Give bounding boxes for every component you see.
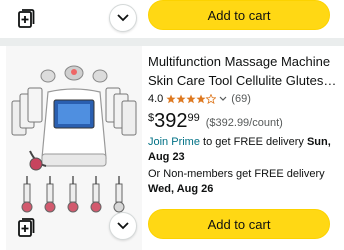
product-title[interactable]: Multifunction Massage Machine Skin Care … — [148, 52, 338, 90]
star-empty-icon — [206, 94, 217, 104]
rating-value: 4.0 — [148, 93, 164, 105]
price-fraction: 99 — [187, 112, 200, 124]
product-card: Multifunction Massage Machine Skin Care … — [0, 46, 344, 250]
add-to-list-button[interactable] — [12, 5, 40, 33]
add-to-cart-button[interactable]: Add to cart — [148, 209, 330, 239]
star-icon — [176, 94, 186, 104]
star-icon — [186, 94, 196, 104]
join-prime-link[interactable]: Join Prime — [148, 136, 200, 148]
previous-item-card: Add to cart — [0, 0, 344, 38]
rating-row[interactable]: 4.0 (69) — [148, 91, 251, 107]
chevron-toggle-button[interactable] — [109, 4, 137, 32]
chevron-down-icon — [117, 14, 129, 22]
price-per-unit: ($392.99/count) — [205, 117, 283, 129]
chevron-toggle-button[interactable] — [109, 212, 137, 240]
nonmember-delivery-info: Or Non-members get FREE delivery Wed, Au… — [148, 167, 338, 197]
add-to-list-icon — [18, 9, 35, 28]
nonmember-delivery-date: Wed, Aug 26 — [148, 183, 214, 195]
price: $ 392 99 ($392.99/count) — [148, 110, 283, 134]
star-icon — [166, 94, 176, 104]
price-whole: 392 — [154, 110, 188, 132]
add-to-list-button[interactable] — [12, 214, 40, 242]
star-rating — [166, 94, 217, 104]
prime-delivery-text: to get FREE delivery — [199, 136, 307, 148]
star-icon — [196, 94, 206, 104]
add-to-list-icon — [18, 218, 35, 237]
nonmember-delivery-text: Or Non-members get FREE delivery — [148, 168, 325, 180]
rating-count: (69) — [231, 93, 251, 105]
prime-delivery-info: Join Prime to get FREE delivery Sun, Aug… — [148, 135, 338, 165]
add-to-cart-button[interactable]: Add to cart — [148, 0, 330, 30]
chevron-down-icon — [219, 96, 227, 101]
card-divider — [0, 38, 344, 46]
chevron-down-icon — [117, 222, 129, 230]
